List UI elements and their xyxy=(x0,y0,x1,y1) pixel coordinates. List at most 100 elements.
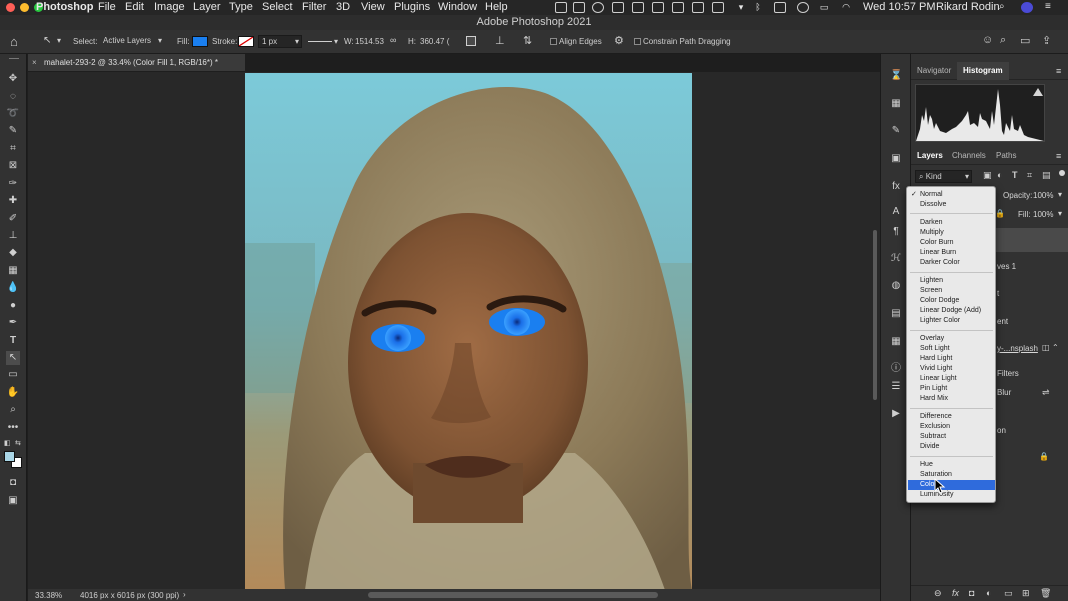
tab-paths[interactable]: Paths xyxy=(990,147,1022,165)
screen-record-icon[interactable] xyxy=(555,2,567,13)
layer-style-icon[interactable]: fx xyxy=(952,588,959,598)
creative-cloud-icon[interactable] xyxy=(632,2,644,13)
path-operations-icon[interactable] xyxy=(466,36,476,46)
blend-option-difference[interactable]: Difference xyxy=(908,412,995,422)
blur-tool-icon[interactable]: 💧 xyxy=(6,281,20,295)
control-center-icon[interactable]: ≡ xyxy=(1045,2,1057,13)
blend-option-soft-light[interactable]: Soft Light xyxy=(908,344,995,354)
styles-icon[interactable]: fx xyxy=(890,181,902,193)
fill-swatch[interactable] xyxy=(192,36,208,47)
zoom-level[interactable]: 33.38% xyxy=(35,591,62,600)
zoom-tool-icon[interactable]: ⌕ xyxy=(6,403,20,417)
menu-plugins[interactable]: Plugins xyxy=(394,1,430,13)
blend-option-hard-mix[interactable]: Hard Mix xyxy=(908,394,995,404)
volume-icon[interactable] xyxy=(774,2,786,13)
delete-layer-icon[interactable]: 🗑 xyxy=(1040,588,1051,599)
menu-window[interactable]: Window xyxy=(438,1,477,13)
menu-user[interactable]: Rikard Rodin xyxy=(936,1,1000,13)
blend-option-divide[interactable]: Divide xyxy=(908,442,995,452)
tab-navigator[interactable]: Navigator xyxy=(911,62,957,80)
3d-icon[interactable]: ◍ xyxy=(890,280,902,292)
type-tool-icon[interactable]: T xyxy=(6,334,20,348)
search-icon[interactable]: ⌕ xyxy=(1000,34,1006,47)
info-icon[interactable]: ⓘ xyxy=(890,363,902,375)
menu-edit[interactable]: Edit xyxy=(125,1,144,13)
lock-icon[interactable]: 🔒 xyxy=(1039,452,1049,461)
paragraph-icon[interactable]: ¶ xyxy=(890,226,902,238)
tab-histogram[interactable]: Histogram xyxy=(957,62,1009,80)
character-icon[interactable]: A xyxy=(890,206,902,218)
blend-option-exclusion[interactable]: Exclusion xyxy=(908,422,995,432)
eraser-tool-icon[interactable]: ◆ xyxy=(6,246,20,260)
blend-option-vivid-light[interactable]: Vivid Light xyxy=(908,364,995,374)
bluetooth-icon[interactable]: ᛒ xyxy=(752,2,764,13)
toolbar-grip[interactable] xyxy=(9,58,19,59)
width-value[interactable]: 1514.53 xyxy=(355,37,384,46)
chevron-down-icon[interactable]: ▾ xyxy=(1058,190,1062,199)
history-icon[interactable]: ⌛ xyxy=(890,70,902,82)
tab-channels[interactable]: Channels xyxy=(946,147,992,165)
blend-option-color[interactable]: Color xyxy=(908,480,995,490)
share-user-icon[interactable]: ☺ xyxy=(982,34,993,46)
pixel-filter-icon[interactable]: ▣ xyxy=(983,170,992,181)
close-window-button[interactable] xyxy=(6,3,15,12)
lasso-tool-icon[interactable]: ➰ xyxy=(6,107,20,121)
menu-help[interactable]: Help xyxy=(485,1,508,13)
quick-mask-icon[interactable]: ◘ xyxy=(6,476,20,490)
swatches-icon[interactable]: ▦ xyxy=(890,98,902,110)
blend-option-linear-dodge[interactable]: Linear Dodge (Add) xyxy=(908,306,995,316)
share-icon[interactable] xyxy=(672,2,684,13)
menu-3d[interactable]: 3D xyxy=(336,1,350,13)
blend-option-saturation[interactable]: Saturation xyxy=(908,470,995,480)
add-mask-icon[interactable]: ◘ xyxy=(969,588,974,598)
blend-option-pin-light[interactable]: Pin Light xyxy=(908,384,995,394)
blend-option-color-dodge[interactable]: Color Dodge xyxy=(908,296,995,306)
pen-tool-icon[interactable]: ✒ xyxy=(6,316,20,330)
gear-icon[interactable]: ⚙ xyxy=(614,34,624,47)
selected-layer-row[interactable] xyxy=(996,228,1068,252)
new-layer-icon[interactable]: ⊞ xyxy=(1022,588,1030,599)
glyphs-icon[interactable]: ℋ xyxy=(890,253,902,265)
foreground-color-swatch[interactable] xyxy=(4,451,15,462)
layer-name-background[interactable]: on xyxy=(997,426,1006,435)
rectangle-tool-icon[interactable]: ▭ xyxy=(6,368,20,382)
menu-file[interactable]: File xyxy=(98,1,116,13)
blend-option-hard-light[interactable]: Hard Light xyxy=(908,354,995,364)
layer-name-photo[interactable]: y-...nsplash xyxy=(997,344,1038,353)
wifi-icon[interactable]: ◠ xyxy=(840,2,852,13)
chevron-up-icon[interactable]: ⌃ xyxy=(1052,343,1059,352)
menu-filter[interactable]: Filter xyxy=(302,1,326,13)
fill-value[interactable]: 100% xyxy=(1033,210,1053,219)
blend-option-darken[interactable]: Darken xyxy=(908,218,995,228)
menu-app-name[interactable]: Photoshop xyxy=(36,1,93,13)
dropdown-icon[interactable]: ▾ xyxy=(735,2,747,13)
dropbox-icon[interactable] xyxy=(592,2,604,13)
chevron-down-icon[interactable]: ▾ xyxy=(334,37,338,46)
menu-type[interactable]: Type xyxy=(229,1,253,13)
window-icon[interactable] xyxy=(712,2,724,13)
layer-filter-kind[interactable]: ⌕ Kind ▾ xyxy=(915,170,972,183)
blend-option-color-burn[interactable]: Color Burn xyxy=(908,238,995,248)
search-icon[interactable]: ⌕ xyxy=(999,2,1011,13)
time-machine-icon[interactable] xyxy=(797,2,809,13)
panel-menu-icon[interactable]: ≡ xyxy=(1056,151,1061,161)
menu-select[interactable]: Select xyxy=(262,1,293,13)
properties-icon[interactable]: ▤ xyxy=(890,308,902,320)
document-photo[interactable] xyxy=(245,73,692,590)
shape-filter-icon[interactable]: ⌗ xyxy=(1027,170,1032,181)
layer-name-fragment[interactable]: t xyxy=(997,289,999,298)
blend-option-normal[interactable]: ✓ Normal xyxy=(908,190,995,200)
menu-clock[interactable]: Wed 10:57 PM xyxy=(863,1,936,13)
new-group-icon[interactable]: ▭ xyxy=(1004,588,1013,599)
align-edges-checkbox[interactable] xyxy=(550,38,557,45)
brush-tool-icon[interactable]: ✐ xyxy=(6,212,20,226)
blend-option-linear-burn[interactable]: Linear Burn xyxy=(908,248,995,258)
blend-option-screen[interactable]: Screen xyxy=(908,286,995,296)
blend-option-multiply[interactable]: Multiply xyxy=(908,228,995,238)
layer-name-gradient[interactable]: ent xyxy=(997,317,1008,326)
dodge-tool-icon[interactable]: ● xyxy=(6,299,20,313)
blend-option-lighten[interactable]: Lighten xyxy=(908,276,995,286)
adjustment-filter-icon[interactable]: ◐ xyxy=(997,170,1002,180)
vertical-scrollbar[interactable] xyxy=(873,230,877,400)
marquee-tool-icon[interactable]: ◌ xyxy=(6,90,20,104)
